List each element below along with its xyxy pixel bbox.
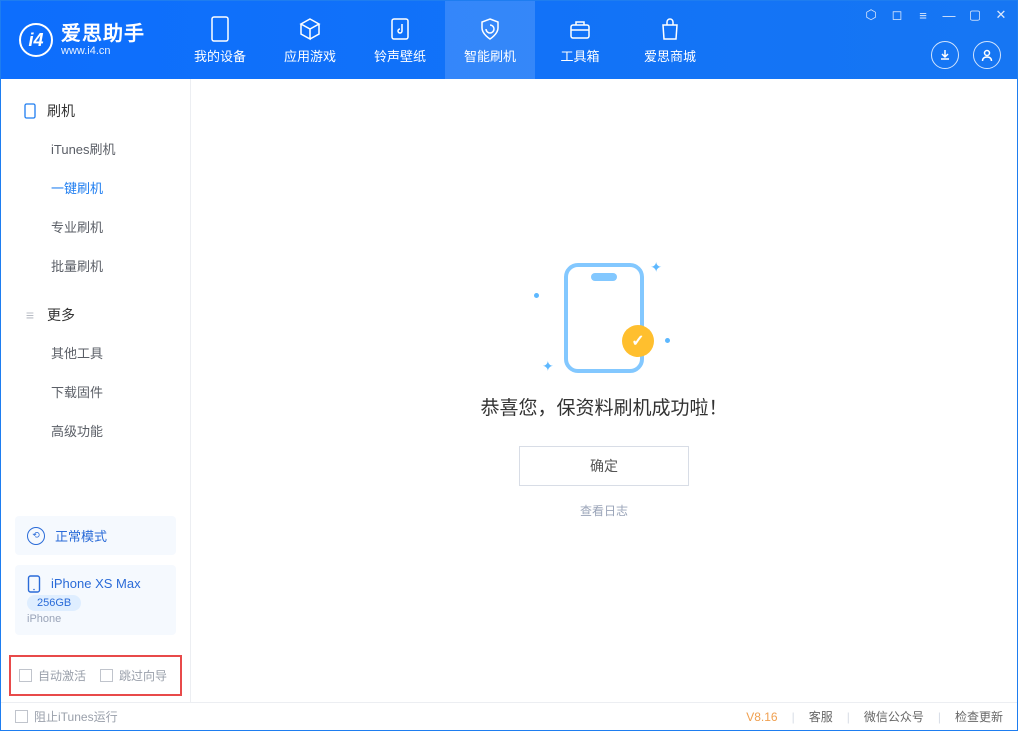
mode-card[interactable]: ⟲ 正常模式 (15, 516, 176, 555)
toolbox-icon (567, 16, 593, 42)
main-tabs: 我的设备 应用游戏 铃声壁纸 智能刷机 工具箱 爱思商城 (175, 1, 715, 79)
device-phone-icon (27, 575, 43, 591)
checkbox-label: 阻止iTunes运行 (34, 708, 118, 725)
device-icon (207, 16, 233, 42)
dot-icon (534, 293, 539, 298)
download-icon[interactable] (931, 41, 959, 69)
sidebar-bottom: ⟲ 正常模式 iPhone XS Max 256GB iPhone (1, 506, 190, 653)
close-icon[interactable]: ✕ (993, 7, 1009, 23)
logo-text: 爱思助手 www.i4.cn (61, 23, 145, 57)
tab-ringtones-wallpapers[interactable]: 铃声壁纸 (355, 1, 445, 79)
checkbox-skip-guide[interactable]: 跳过向导 (100, 667, 167, 684)
feedback-icon[interactable]: ◻ (889, 7, 905, 23)
app-name-cn: 爱思助手 (61, 23, 145, 45)
music-file-icon (387, 16, 413, 42)
view-log-link[interactable]: 查看日志 (580, 502, 628, 519)
tab-label: 爱思商城 (644, 46, 696, 65)
tab-store[interactable]: 爱思商城 (625, 1, 715, 79)
header-actions (931, 41, 1001, 69)
tab-label: 我的设备 (194, 46, 246, 65)
section-title: 更多 (47, 305, 75, 325)
tab-smart-flash[interactable]: 智能刷机 (445, 1, 535, 79)
divider: | (938, 710, 941, 724)
success-title: 恭喜您，保资料刷机成功啦！ (480, 393, 727, 420)
sidebar-item-pro-flash[interactable]: 专业刷机 (1, 207, 190, 246)
sidebar-item-advanced[interactable]: 高级功能 (1, 411, 190, 450)
sidebar-section-flash: 刷机 (1, 93, 190, 129)
tab-toolbox[interactable]: 工具箱 (535, 1, 625, 79)
logo-icon: i4 (19, 23, 53, 57)
app-header: i4 爱思助手 www.i4.cn 我的设备 应用游戏 铃声壁纸 智能刷机 工具… (1, 1, 1017, 79)
mode-icon: ⟲ (27, 527, 45, 545)
menu-icon[interactable]: ≡ (915, 7, 931, 23)
footer-right: V8.16 | 客服 | 微信公众号 | 检查更新 (746, 708, 1003, 725)
minimize-icon[interactable]: — (941, 7, 957, 23)
footer-link-update[interactable]: 检查更新 (955, 708, 1003, 725)
footer-link-support[interactable]: 客服 (809, 708, 833, 725)
app-body: 刷机 iTunes刷机 一键刷机 专业刷机 批量刷机 ≡ 更多 其他工具 下载固… (1, 79, 1017, 702)
success-illustration: ✓ ✦ ✦ (564, 263, 644, 373)
sidebar-item-itunes-flash[interactable]: iTunes刷机 (1, 129, 190, 168)
ok-button[interactable]: 确定 (519, 446, 689, 486)
device-type: iPhone (27, 613, 164, 625)
user-icon[interactable] (973, 41, 1001, 69)
bag-icon (657, 16, 683, 42)
divider: | (792, 710, 795, 724)
device-capacity: 256GB (27, 595, 81, 611)
cube-icon (297, 16, 323, 42)
status-bar: 阻止iTunes运行 V8.16 | 客服 | 微信公众号 | 检查更新 (1, 702, 1017, 730)
skin-icon[interactable]: ⬡ (863, 7, 879, 23)
checkbox-icon (15, 710, 28, 723)
sidebar-nav: 刷机 iTunes刷机 一键刷机 专业刷机 批量刷机 ≡ 更多 其他工具 下载固… (1, 79, 190, 506)
divider: | (847, 710, 850, 724)
tab-my-device[interactable]: 我的设备 (175, 1, 265, 79)
footer-link-wechat[interactable]: 微信公众号 (864, 708, 924, 725)
tab-label: 智能刷机 (464, 46, 516, 65)
version-label: V8.16 (746, 710, 777, 724)
checkbox-label: 跳过向导 (119, 667, 167, 684)
device-card[interactable]: iPhone XS Max 256GB iPhone (15, 565, 176, 635)
sidebar-item-oneclick-flash[interactable]: 一键刷机 (1, 168, 190, 207)
tab-label: 工具箱 (560, 46, 599, 65)
sidebar: 刷机 iTunes刷机 一键刷机 专业刷机 批量刷机 ≡ 更多 其他工具 下载固… (1, 79, 191, 702)
dot-icon (665, 338, 670, 343)
section-title: 刷机 (47, 101, 75, 121)
refresh-shield-icon (477, 16, 503, 42)
mode-label: 正常模式 (55, 526, 107, 545)
sidebar-item-other-tools[interactable]: 其他工具 (1, 333, 190, 372)
checkbox-block-itunes[interactable]: 阻止iTunes运行 (15, 708, 118, 725)
device-name: iPhone XS Max (51, 576, 141, 591)
maximize-icon[interactable]: ▢ (967, 7, 983, 23)
tab-label: 应用游戏 (284, 46, 336, 65)
sparkle-icon: ✦ (650, 259, 662, 276)
checkbox-auto-activate[interactable]: 自动激活 (19, 667, 86, 684)
highlighted-options: 自动激活 跳过向导 (9, 655, 182, 696)
checkbox-label: 自动激活 (38, 667, 86, 684)
sidebar-item-download-firmware[interactable]: 下载固件 (1, 372, 190, 411)
check-badge-icon: ✓ (622, 325, 654, 357)
main-content: ✓ ✦ ✦ 恭喜您，保资料刷机成功啦！ 确定 查看日志 (191, 79, 1017, 702)
sparkle-icon: ✦ (542, 358, 554, 375)
tab-label: 铃声壁纸 (374, 46, 426, 65)
list-icon: ≡ (23, 308, 37, 322)
sidebar-item-batch-flash[interactable]: 批量刷机 (1, 246, 190, 285)
app-name-en: www.i4.cn (61, 45, 145, 57)
window-controls: ⬡ ◻ ≡ — ▢ ✕ (863, 7, 1009, 23)
sidebar-section-more: ≡ 更多 (1, 297, 190, 333)
phone-outline-icon (23, 104, 37, 118)
tab-apps-games[interactable]: 应用游戏 (265, 1, 355, 79)
checkbox-icon (19, 669, 32, 682)
logo: i4 爱思助手 www.i4.cn (1, 23, 163, 57)
checkbox-icon (100, 669, 113, 682)
